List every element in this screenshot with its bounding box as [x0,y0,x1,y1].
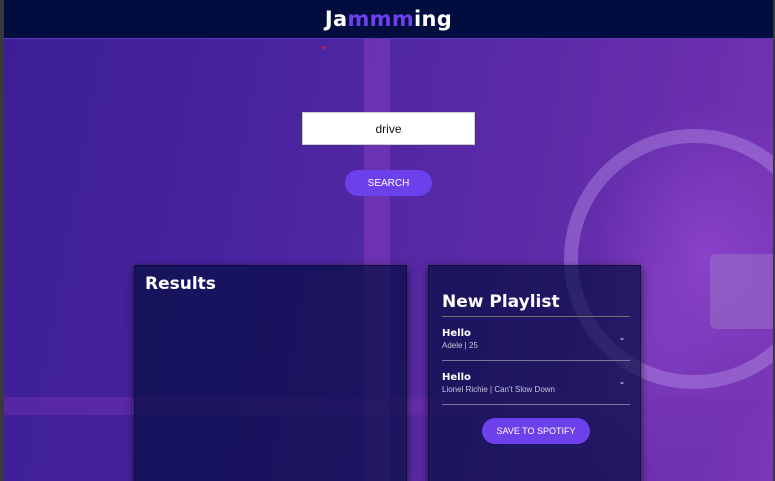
results-title: Results [145,274,216,294]
logo-accent: mmm [347,7,415,31]
logo-suffix: ing [414,7,453,31]
playlist-panel: New Playlist Hello Adele | 25 - Hello Li… [428,265,641,481]
remove-track-button[interactable]: - [620,375,624,389]
search-button[interactable]: SEARCH [345,170,432,196]
track-row: Hello Lionel Richie | Can't Slow Down - [442,362,630,405]
background-dot [322,46,325,49]
main-content: SEARCH Results New Playlist Hello Adele … [4,0,773,481]
app-header: Jammming [4,0,773,39]
app-window: Jammming SEARCH Results New Playlist Hel… [0,0,775,481]
remove-track-button[interactable]: - [620,331,624,345]
track-info: Lionel Richie | Can't Slow Down [442,385,555,394]
search-input[interactable] [302,112,475,145]
track-row: Hello Adele | 25 - [442,318,630,361]
logo-prefix: Ja [324,7,348,31]
playlist-name-field[interactable]: New Playlist [442,292,630,317]
track-title: Hello [442,328,471,339]
track-title: Hello [442,372,471,383]
track-info: Adele | 25 [442,341,478,350]
save-to-spotify-button[interactable]: SAVE TO SPOTIFY [482,418,590,444]
app-logo: Jammming [325,7,452,31]
results-panel: Results [134,265,407,481]
